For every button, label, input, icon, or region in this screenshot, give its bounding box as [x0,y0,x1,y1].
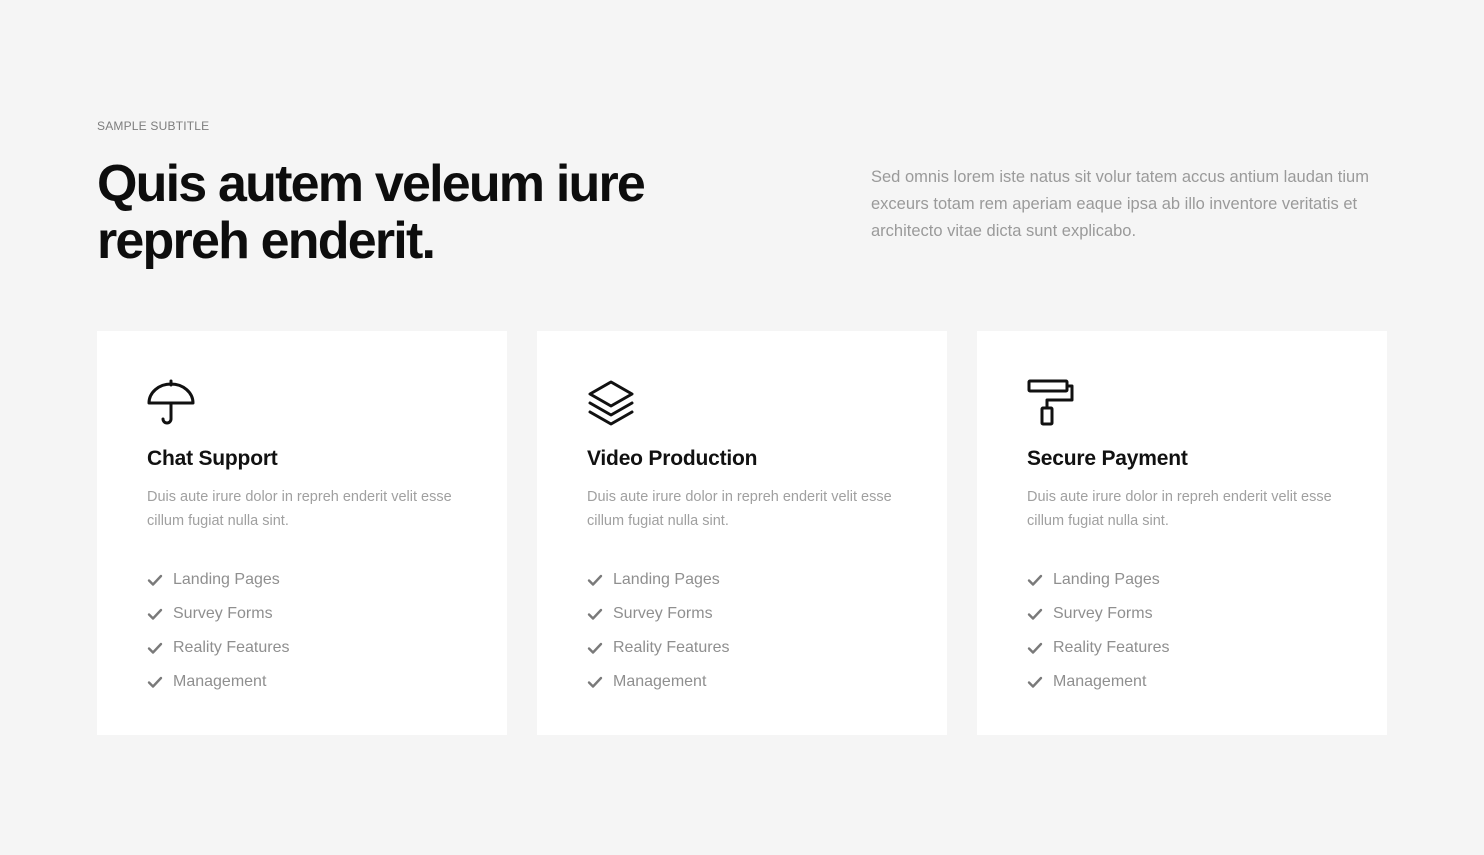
check-icon [587,674,603,690]
headline-line-1: Quis autem veleum iure [97,155,646,213]
feature-label: Survey Forms [613,605,713,622]
headline-line-2: repreh enderit. [97,212,436,270]
list-item: Survey Forms [147,597,457,631]
check-icon [1027,606,1043,622]
card-title: Chat Support [147,447,278,470]
card-description: Duis aute irure dolor in repreh enderit … [587,489,892,529]
feature-label: Management [1053,673,1147,690]
check-icon [147,674,163,690]
list-item: Reality Features [1027,631,1337,665]
feature-cards: Chat Support Duis aute irure dolor in re… [97,331,1387,735]
layers-icon [587,379,635,427]
list-item: Reality Features [147,631,457,665]
section-subtitle: SAMPLE SUBTITLE [97,119,210,133]
card-title: Secure Payment [1027,447,1188,470]
feature-label: Survey Forms [1053,605,1153,622]
list-item: Management [1027,665,1337,699]
list-item: Landing Pages [587,563,897,597]
feature-card-chat-support: Chat Support Duis aute irure dolor in re… [97,331,507,735]
feature-label: Landing Pages [173,571,280,588]
feature-card-secure-payment: Secure Payment Duis aute irure dolor in … [977,331,1387,735]
list-item: Survey Forms [587,597,897,631]
check-icon [587,606,603,622]
feature-list: Landing Pages Survey Forms Reality Featu… [147,563,457,699]
feature-label: Management [613,673,707,690]
list-item: Landing Pages [1027,563,1337,597]
feature-label: Landing Pages [1053,571,1160,588]
feature-label: Reality Features [613,639,730,656]
feature-list: Landing Pages Survey Forms Reality Featu… [587,563,897,699]
feature-label: Reality Features [1053,639,1170,656]
check-icon [1027,640,1043,656]
check-icon [587,640,603,656]
card-description: Duis aute irure dolor in repreh enderit … [147,489,452,529]
check-icon [1027,572,1043,588]
features-section: SAMPLE SUBTITLE Quis autem veleum iure r… [0,0,1484,855]
feature-list: Landing Pages Survey Forms Reality Featu… [1027,563,1337,699]
check-icon [147,572,163,588]
list-item: Reality Features [587,631,897,665]
feature-label: Management [173,673,267,690]
check-icon [147,606,163,622]
list-item: Management [587,665,897,699]
section-intro: Sed omnis lorem iste natus sit volur tat… [871,168,1369,240]
feature-card-video-production: Video Production Duis aute irure dolor i… [537,331,947,735]
check-icon [1027,674,1043,690]
check-icon [147,640,163,656]
umbrella-icon [147,379,195,427]
card-description: Duis aute irure dolor in repreh enderit … [1027,489,1332,529]
check-icon [587,572,603,588]
feature-label: Landing Pages [613,571,720,588]
feature-label: Reality Features [173,639,290,656]
list-item: Management [147,665,457,699]
feature-label: Survey Forms [173,605,273,622]
section-headline: Quis autem veleum iure repreh enderit. [97,156,737,270]
list-item: Landing Pages [147,563,457,597]
paint-roller-icon [1027,379,1075,427]
list-item: Survey Forms [1027,597,1337,631]
card-title: Video Production [587,447,758,470]
